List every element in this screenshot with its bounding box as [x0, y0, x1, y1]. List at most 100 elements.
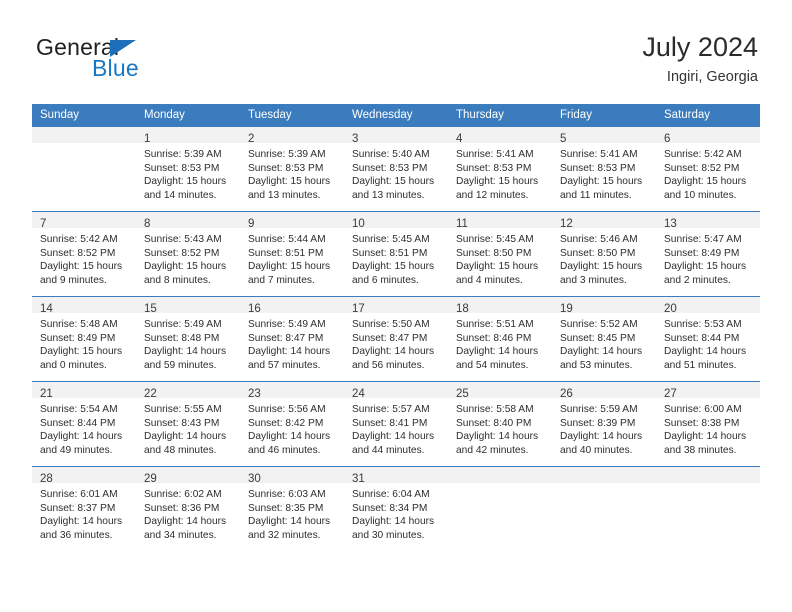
- calendar-grid: Sunday Monday Tuesday Wednesday Thursday Frid…: [32, 104, 760, 551]
- day-cell[interactable]: 21 Sunrise: 5:54 AM Sunset: 8:44 PM Dayligh…: [32, 381, 136, 467]
- calendar-week-row: 14 Sunrise: 5:48 AM Sunset: 8:49 PM Dayligh…: [32, 296, 760, 382]
- day-detail-line: Daylight: 14 hours: [560, 431, 643, 443]
- day-detail-line: Sunset: 8:50 PM: [560, 247, 636, 259]
- day-details: Sunrise: 5:49 AM Sunset: 8:47 PM Daylight:…: [240, 313, 344, 372]
- day-details: Sunrise: 5:45 AM Sunset: 8:51 PM Daylight:…: [344, 228, 448, 287]
- brand-logo: General Blue: [36, 34, 256, 90]
- day-cell[interactable]: 27 Sunrise: 6:00 AM Sunset: 8:38 PM Dayligh…: [656, 381, 760, 467]
- day-cell[interactable]: 14 Sunrise: 5:48 AM Sunset: 8:49 PM Dayligh…: [32, 296, 136, 382]
- day-detail-line: Sunset: 8:53 PM: [144, 162, 220, 174]
- day-details: Sunrise: 5:58 AM Sunset: 8:40 PM Daylight:…: [448, 398, 552, 457]
- day-details: Sunrise: 5:55 AM Sunset: 8:43 PM Daylight:…: [136, 398, 240, 457]
- day-cell[interactable]: 15 Sunrise: 5:49 AM Sunset: 8:48 PM Dayligh…: [136, 296, 240, 382]
- day-detail-line: Daylight: 14 hours: [248, 346, 331, 358]
- day-cell[interactable]: 5 Sunrise: 5:41 AM Sunset: 8:53 PM Daylight…: [552, 126, 656, 212]
- day-detail-line: and 48 minutes.: [144, 444, 217, 456]
- day-cell[interactable]: 13 Sunrise: 5:47 AM Sunset: 8:49 PM Dayligh…: [656, 211, 760, 297]
- weekday-header-row: Sunday Monday Tuesday Wednesday Thursday Frid…: [32, 104, 760, 127]
- day-cell[interactable]: 1 Sunrise: 5:39 AM Sunset: 8:53 PM Daylight…: [136, 126, 240, 212]
- day-cell[interactable]: 29 Sunrise: 6:02 AM Sunset: 8:36 PM Dayligh…: [136, 466, 240, 551]
- day-cell[interactable]: 30 Sunrise: 6:03 AM Sunset: 8:35 PM Dayligh…: [240, 466, 344, 551]
- day-detail-line: Sunrise: 5:41 AM: [456, 149, 534, 160]
- day-detail-line: Daylight: 14 hours: [352, 346, 435, 358]
- day-number-band: [656, 467, 760, 483]
- day-cell[interactable]: 6 Sunrise: 5:42 AM Sunset: 8:52 PM Daylight…: [656, 126, 760, 212]
- day-detail-line: Sunset: 8:39 PM: [560, 417, 636, 429]
- day-cell-empty: [448, 466, 552, 551]
- day-detail-line: Sunset: 8:52 PM: [664, 162, 740, 174]
- day-details: Sunrise: 6:00 AM Sunset: 8:38 PM Daylight:…: [656, 398, 760, 457]
- day-number: 18: [456, 303, 469, 315]
- day-detail-line: and 38 minutes.: [664, 444, 737, 456]
- day-number-band: 30: [240, 467, 344, 485]
- day-cell[interactable]: 3 Sunrise: 5:40 AM Sunset: 8:53 PM Daylight…: [344, 126, 448, 212]
- day-cell[interactable]: 26 Sunrise: 5:59 AM Sunset: 8:39 PM Dayligh…: [552, 381, 656, 467]
- day-cell[interactable]: 4 Sunrise: 5:41 AM Sunset: 8:53 PM Daylight…: [448, 126, 552, 212]
- day-number-band: 7: [32, 212, 136, 230]
- day-cell[interactable]: 11 Sunrise: 5:45 AM Sunset: 8:50 PM Dayligh…: [448, 211, 552, 297]
- day-detail-line: Sunrise: 5:43 AM: [144, 234, 222, 245]
- day-detail-line: Sunset: 8:45 PM: [560, 332, 636, 344]
- day-details: Sunrise: 5:50 AM Sunset: 8:47 PM Daylight:…: [344, 313, 448, 372]
- day-detail-line: and 11 minutes.: [560, 189, 632, 201]
- day-detail-line: Sunrise: 5:53 AM: [664, 319, 742, 330]
- day-detail-line: Sunrise: 5:42 AM: [40, 234, 118, 245]
- day-number-band: 22: [136, 382, 240, 400]
- day-detail-line: Daylight: 14 hours: [352, 431, 435, 443]
- day-detail-line: Sunset: 8:51 PM: [248, 247, 324, 259]
- calendar-week-row: 21 Sunrise: 5:54 AM Sunset: 8:44 PM Dayligh…: [32, 381, 760, 467]
- day-details: Sunrise: 5:51 AM Sunset: 8:46 PM Daylight:…: [448, 313, 552, 372]
- day-detail-line: Daylight: 14 hours: [664, 431, 747, 443]
- day-cell[interactable]: 10 Sunrise: 5:45 AM Sunset: 8:51 PM Dayligh…: [344, 211, 448, 297]
- page-subtitle: Ingiri, Georgia: [666, 69, 758, 85]
- day-detail-line: Sunrise: 6:03 AM: [248, 489, 326, 500]
- day-number-band: 16: [240, 297, 344, 315]
- day-number-band: 4: [448, 127, 552, 145]
- day-detail-line: and 32 minutes.: [248, 529, 321, 541]
- day-detail-line: Sunset: 8:34 PM: [352, 502, 428, 514]
- day-cell-empty: [656, 466, 760, 551]
- day-detail-line: Daylight: 14 hours: [144, 431, 227, 443]
- day-number: 7: [40, 218, 47, 230]
- day-detail-line: Daylight: 14 hours: [248, 516, 331, 528]
- day-details: Sunrise: 5:43 AM Sunset: 8:52 PM Daylight:…: [136, 228, 240, 287]
- day-detail-line: Sunset: 8:49 PM: [40, 332, 116, 344]
- day-cell[interactable]: 2 Sunrise: 5:39 AM Sunset: 8:53 PM Daylight…: [240, 126, 344, 212]
- day-cell[interactable]: 28 Sunrise: 6:01 AM Sunset: 8:37 PM Dayligh…: [32, 466, 136, 551]
- day-cell[interactable]: 7 Sunrise: 5:42 AM Sunset: 8:52 PM Daylight…: [32, 211, 136, 297]
- day-detail-line: and 51 minutes.: [664, 359, 737, 371]
- day-cell[interactable]: 20 Sunrise: 5:53 AM Sunset: 8:44 PM Dayligh…: [656, 296, 760, 382]
- day-detail-line: Sunrise: 5:49 AM: [144, 319, 222, 330]
- day-cell[interactable]: 22 Sunrise: 5:55 AM Sunset: 8:43 PM Dayligh…: [136, 381, 240, 467]
- day-detail-line: Daylight: 15 hours: [664, 176, 747, 188]
- day-detail-line: Sunrise: 5:46 AM: [560, 234, 638, 245]
- day-number-band: 25: [448, 382, 552, 400]
- day-cell[interactable]: 12 Sunrise: 5:46 AM Sunset: 8:50 PM Dayligh…: [552, 211, 656, 297]
- day-detail-line: Daylight: 14 hours: [144, 516, 227, 528]
- day-cell[interactable]: 25 Sunrise: 5:58 AM Sunset: 8:40 PM Dayligh…: [448, 381, 552, 467]
- day-detail-line: Sunset: 8:42 PM: [248, 417, 324, 429]
- calendar-week-row: 7 Sunrise: 5:42 AM Sunset: 8:52 PM Daylight…: [32, 211, 760, 297]
- day-detail-line: Sunrise: 6:00 AM: [664, 404, 742, 415]
- day-cell[interactable]: 16 Sunrise: 5:49 AM Sunset: 8:47 PM Dayligh…: [240, 296, 344, 382]
- day-cell[interactable]: 23 Sunrise: 5:56 AM Sunset: 8:42 PM Dayligh…: [240, 381, 344, 467]
- day-details: Sunrise: 6:03 AM Sunset: 8:35 PM Daylight:…: [240, 483, 344, 542]
- day-number-band: 26: [552, 382, 656, 400]
- day-detail-line: Daylight: 14 hours: [560, 346, 643, 358]
- day-details: Sunrise: 5:39 AM Sunset: 8:53 PM Daylight:…: [240, 143, 344, 202]
- day-detail-line: Sunrise: 5:44 AM: [248, 234, 326, 245]
- day-detail-line: Sunset: 8:53 PM: [456, 162, 532, 174]
- day-number: 12: [560, 218, 573, 230]
- day-cell[interactable]: 19 Sunrise: 5:52 AM Sunset: 8:45 PM Dayligh…: [552, 296, 656, 382]
- day-cell[interactable]: 17 Sunrise: 5:50 AM Sunset: 8:47 PM Dayligh…: [344, 296, 448, 382]
- day-detail-line: Sunset: 8:46 PM: [456, 332, 532, 344]
- day-cell[interactable]: 31 Sunrise: 6:04 AM Sunset: 8:34 PM Dayligh…: [344, 466, 448, 551]
- day-cell[interactable]: 8 Sunrise: 5:43 AM Sunset: 8:52 PM Daylight…: [136, 211, 240, 297]
- day-number: 25: [456, 388, 469, 400]
- day-detail-line: Daylight: 14 hours: [248, 431, 331, 443]
- day-cell[interactable]: 9 Sunrise: 5:44 AM Sunset: 8:51 PM Daylight…: [240, 211, 344, 297]
- day-number: 9: [248, 218, 255, 230]
- day-cell[interactable]: 24 Sunrise: 5:57 AM Sunset: 8:41 PM Dayligh…: [344, 381, 448, 467]
- day-cell[interactable]: 18 Sunrise: 5:51 AM Sunset: 8:46 PM Dayligh…: [448, 296, 552, 382]
- day-number: 15: [144, 303, 157, 315]
